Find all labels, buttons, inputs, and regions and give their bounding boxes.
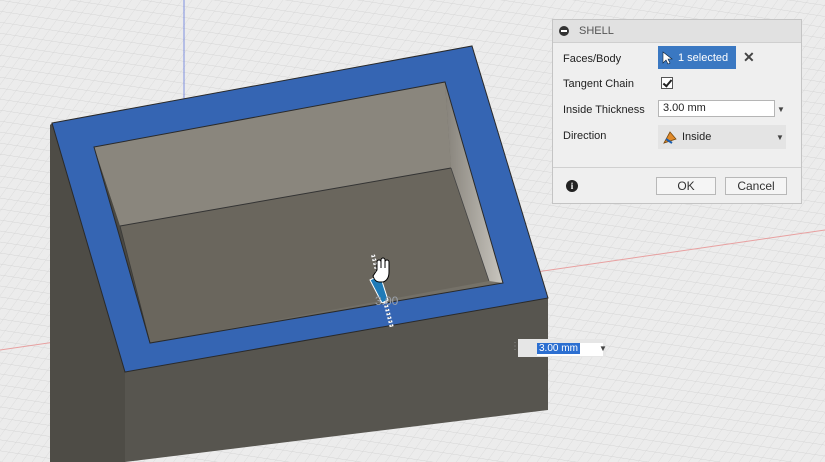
dialog-title: SHELL — [579, 25, 614, 37]
tangent-chain-label: Tangent Chain — [563, 78, 634, 90]
inside-thickness-label: Inside Thickness — [563, 104, 645, 116]
collapse-icon[interactable] — [559, 26, 569, 36]
dropdown-arrow-icon[interactable]: ▼ — [599, 344, 607, 353]
cancel-button[interactable]: Cancel — [725, 177, 787, 195]
direction-icon — [663, 131, 677, 144]
dialog-header[interactable]: SHELL — [553, 20, 801, 43]
dimension-field[interactable]: 3.00 mm — [537, 343, 603, 356]
clear-selection-icon[interactable]: ✕ — [743, 49, 755, 66]
faces-body-selector[interactable]: 1 selected — [658, 46, 736, 69]
tangent-chain-checkbox[interactable] — [661, 77, 673, 89]
direction-dropdown[interactable]: Inside ▼ — [658, 125, 786, 149]
drag-label: 3.00 — [375, 294, 399, 308]
faces-body-value: 1 selected — [678, 51, 729, 64]
direction-value: Inside — [682, 131, 712, 143]
dropdown-arrow-icon[interactable]: ▼ — [776, 133, 784, 142]
inside-thickness-input[interactable]: 3.00 mm — [658, 100, 775, 117]
dimension-box: 3.00 mm ▼ — [518, 339, 607, 357]
dimension-input[interactable]: ⋮ 3.00 mm ▼ — [510, 338, 610, 358]
dimension-value[interactable]: 3.00 mm — [537, 343, 580, 354]
dropdown-arrow-icon[interactable]: ▼ — [777, 105, 785, 114]
divider — [553, 167, 801, 168]
ok-button[interactable]: OK — [656, 177, 716, 195]
direction-label: Direction — [563, 130, 607, 142]
cursor-select-icon — [662, 50, 673, 64]
faces-body-label: Faces/Body — [563, 53, 622, 65]
info-icon[interactable]: i — [566, 180, 578, 192]
shell-dialog: SHELL Faces/Body 1 selected ✕ Tangent Ch… — [552, 19, 802, 204]
